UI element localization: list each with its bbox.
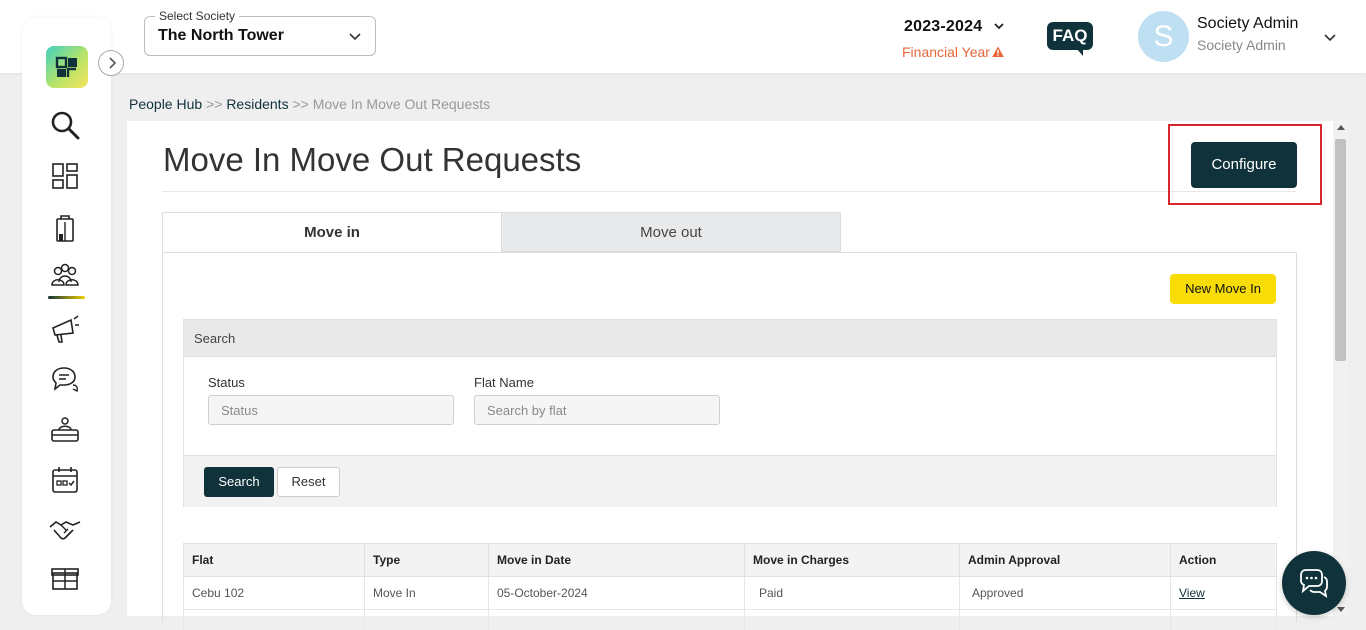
cell-move-in-charges: Paid [744, 576, 960, 610]
calendar-icon[interactable] [49, 464, 81, 496]
flat-name-label: Flat Name [474, 375, 534, 390]
new-move-in-button[interactable]: New Move In [1170, 274, 1276, 304]
faq-button[interactable]: FAQ [1047, 22, 1093, 56]
tab-move-out[interactable]: Move out [501, 212, 841, 252]
flat-search-input[interactable] [474, 395, 720, 425]
user-name: Society Admin [1197, 15, 1299, 32]
cell-type: Move In [364, 576, 489, 610]
search-section: Search Status Flat Name Search Reset [183, 319, 1277, 507]
column-header-move-in-date: Move in Date [488, 543, 745, 577]
reset-button[interactable]: Reset [277, 467, 340, 497]
dashboard-icon[interactable] [49, 160, 81, 192]
cell-admin-approval: Approved [959, 576, 1171, 610]
handshake-icon[interactable] [49, 514, 81, 546]
building-icon[interactable] [49, 212, 81, 244]
status-field[interactable] [208, 395, 454, 425]
table-row [183, 609, 1277, 630]
status-label: Status [208, 375, 245, 390]
chat-icon [1300, 569, 1328, 598]
chat-support-button[interactable] [1282, 551, 1346, 615]
requests-table: Flat Type Move in Date Move in Charges A… [183, 543, 1277, 630]
column-header-move-in-charges: Move in Charges [744, 543, 960, 577]
chevron-down-icon[interactable] [992, 19, 1006, 33]
title-divider [162, 191, 1296, 192]
financial-year-label: Financial Year [902, 44, 990, 60]
helpdesk-icon[interactable] [49, 414, 81, 446]
page-scrollbar[interactable] [1333, 121, 1348, 616]
app-logo[interactable] [46, 46, 88, 88]
search-icon[interactable] [49, 109, 81, 141]
view-link[interactable]: View [1179, 586, 1205, 600]
avatar[interactable]: S [1138, 11, 1189, 62]
box-icon[interactable] [49, 563, 81, 595]
cell-flat: Cebu 102 [183, 576, 365, 610]
column-header-action: Action [1170, 543, 1277, 577]
main-card: Move In Move Out Requests Configure Move… [127, 121, 1333, 630]
table-row: Cebu 102 Move In 05-October-2024 Paid Ap… [183, 576, 1277, 610]
search-actions: Search Reset [184, 455, 1276, 507]
configure-button[interactable]: Configure [1191, 142, 1297, 188]
top-header: Select Society The North Tower 2023-2024… [0, 0, 1366, 73]
society-select-value: The North Tower [158, 27, 284, 44]
tab-move-in[interactable]: Move in [162, 212, 502, 252]
column-header-flat: Flat [183, 543, 365, 577]
search-button[interactable]: Search [204, 467, 274, 497]
breadcrumb-people-hub[interactable]: People Hub [129, 96, 202, 112]
active-nav-indicator [48, 296, 85, 299]
chevron-down-icon [349, 33, 361, 41]
breadcrumb-separator: >> [206, 96, 223, 112]
cell-move-in-date: 05-October-2024 [488, 576, 745, 610]
sidebar-expand-button[interactable] [98, 50, 124, 76]
column-header-admin-approval: Admin Approval [959, 543, 1171, 577]
breadcrumb-separator: >> [292, 96, 309, 112]
table-header-row: Flat Type Move in Date Move in Charges A… [183, 543, 1277, 577]
society-select[interactable]: Select Society The North Tower [144, 9, 376, 56]
chevron-down-icon[interactable] [1322, 29, 1338, 45]
scroll-down-arrow-icon[interactable] [1337, 607, 1345, 612]
user-role: Society Admin [1197, 37, 1286, 53]
scrollbar-thumb[interactable] [1335, 139, 1346, 361]
people-icon[interactable] [49, 261, 81, 293]
chevron-right-icon [109, 57, 117, 69]
breadcrumb: People Hub >> Residents >> Move In Move … [129, 96, 490, 112]
breadcrumb-current: Move In Move Out Requests [312, 96, 491, 112]
logo-mark-icon [55, 56, 77, 77]
page-title: Move In Move Out Requests [163, 141, 582, 178]
cell-action: View [1170, 576, 1277, 610]
chat-bubbles-icon[interactable] [49, 363, 81, 395]
breadcrumb-residents[interactable]: Residents [226, 96, 288, 112]
sidebar [22, 17, 111, 615]
warning-icon [992, 46, 1004, 57]
scroll-up-arrow-icon[interactable] [1337, 125, 1345, 130]
column-header-type: Type [364, 543, 489, 577]
financial-year-select[interactable]: 2023-2024 [904, 18, 982, 36]
move-in-panel: New Move In Search Status Flat Name Sear… [162, 252, 1297, 630]
search-heading: Search [184, 320, 1276, 357]
society-select-label: Select Society [155, 9, 240, 23]
megaphone-icon[interactable] [49, 313, 81, 345]
